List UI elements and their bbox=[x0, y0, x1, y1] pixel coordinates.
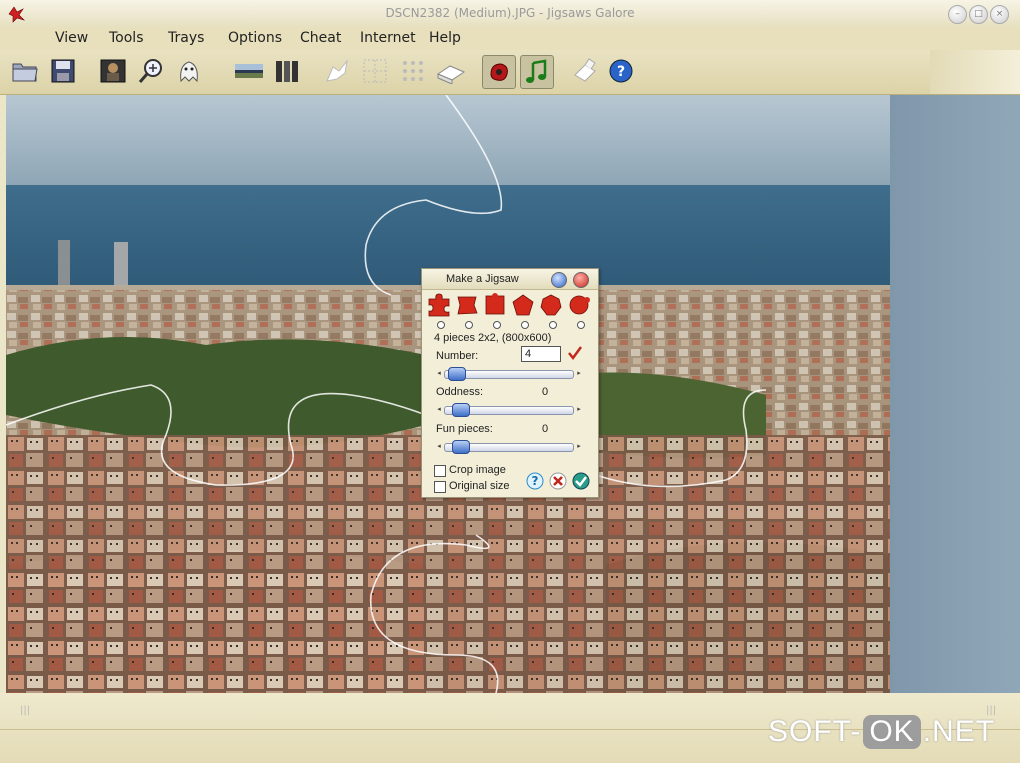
fun-pieces-slider-thumb[interactable] bbox=[452, 440, 470, 454]
piece-shape-5-icon[interactable] bbox=[539, 293, 563, 317]
number-input[interactable]: 4 bbox=[521, 346, 561, 362]
piece-shape-4-icon[interactable] bbox=[511, 293, 535, 317]
dialog-title: Make a Jigsaw bbox=[446, 273, 519, 285]
original-size-checkbox[interactable] bbox=[434, 481, 446, 493]
svg-text:?: ? bbox=[532, 474, 539, 488]
piece-shape-selector bbox=[427, 293, 595, 319]
dialog-cancel-icon[interactable] bbox=[549, 472, 567, 490]
minimize-button[interactable]: – bbox=[948, 5, 967, 24]
sound-fx-icon[interactable] bbox=[482, 55, 516, 89]
window-title: DSCN2382 (Medium).JPG - Jigsaws Galore bbox=[385, 6, 635, 20]
books-icon[interactable] bbox=[272, 56, 302, 86]
checkmark-icon[interactable] bbox=[567, 345, 583, 361]
shape-radio-2[interactable] bbox=[465, 321, 473, 329]
menu-tools[interactable]: Tools bbox=[109, 30, 144, 46]
piece-icon[interactable] bbox=[322, 56, 352, 86]
toolbar: ? bbox=[0, 50, 1020, 95]
piece-shape-2-icon[interactable] bbox=[455, 293, 479, 317]
picture-icon[interactable] bbox=[98, 56, 128, 86]
shape-radio-5[interactable] bbox=[549, 321, 557, 329]
number-slider[interactable]: ◂ ▸ bbox=[434, 367, 584, 381]
menu-view[interactable]: View bbox=[55, 30, 88, 46]
slider-right-arrow-icon[interactable]: ▸ bbox=[574, 404, 584, 415]
watermark: SOFT- OK .NET bbox=[768, 715, 995, 749]
watermark-ok: OK bbox=[863, 715, 921, 749]
menu-bar: View Tools Trays Options Cheat Internet … bbox=[0, 28, 1020, 50]
grid-icon[interactable] bbox=[398, 56, 428, 86]
crop-image-label: Crop image bbox=[449, 464, 506, 476]
oddness-label: Oddness: bbox=[436, 386, 484, 398]
menu-internet[interactable]: Internet bbox=[360, 30, 416, 46]
fun-pieces-label: Fun pieces: bbox=[436, 423, 493, 435]
tray-icon[interactable] bbox=[436, 56, 466, 86]
piece-shape-6-icon[interactable] bbox=[567, 293, 591, 317]
original-size-label: Original size bbox=[449, 480, 510, 492]
fun-pieces-slider[interactable]: ◂ ▸ bbox=[434, 440, 584, 454]
slider-right-arrow-icon[interactable]: ▸ bbox=[574, 368, 584, 379]
fun-pieces-value: 0 bbox=[542, 423, 549, 435]
image-strip-icon[interactable] bbox=[234, 56, 264, 86]
slider-left-arrow-icon[interactable]: ◂ bbox=[434, 441, 444, 452]
menu-options[interactable]: Options bbox=[228, 30, 282, 46]
dialog-minimize-icon[interactable] bbox=[551, 272, 567, 288]
ghost-icon[interactable] bbox=[174, 56, 204, 86]
svg-text:?: ? bbox=[617, 64, 625, 80]
watermark-left: SOFT- bbox=[768, 715, 862, 748]
oddness-slider-thumb[interactable] bbox=[452, 403, 470, 417]
maximize-button[interactable]: □ bbox=[969, 5, 988, 24]
tray-scroll-left-icon[interactable]: ||| bbox=[20, 705, 30, 716]
piece-shape-radios bbox=[432, 321, 592, 329]
save-disk-icon[interactable] bbox=[48, 56, 78, 86]
grid-dotted-icon[interactable] bbox=[360, 56, 390, 86]
make-jigsaw-dialog: Make a Jigsaw 4 pieces 2x2, (800x600) Nu… bbox=[421, 268, 599, 498]
slider-right-arrow-icon[interactable]: ▸ bbox=[574, 441, 584, 452]
crop-image-checkbox[interactable] bbox=[434, 465, 446, 477]
slider-left-arrow-icon[interactable]: ◂ bbox=[434, 368, 444, 379]
piece-shape-1-icon[interactable] bbox=[427, 293, 451, 317]
piece-shape-3-icon[interactable] bbox=[483, 293, 507, 317]
title-bar: DSCN2382 (Medium).JPG - Jigsaws Galore –… bbox=[0, 0, 1020, 29]
oddness-slider[interactable]: ◂ ▸ bbox=[434, 403, 584, 417]
pieces-summary: 4 pieces 2x2, (800x600) bbox=[434, 332, 552, 344]
dialog-title-bar[interactable]: Make a Jigsaw bbox=[422, 269, 598, 290]
shape-radio-6[interactable] bbox=[577, 321, 585, 329]
dialog-ok-icon[interactable] bbox=[572, 472, 590, 490]
shape-radio-3[interactable] bbox=[493, 321, 501, 329]
watermark-right: .NET bbox=[922, 715, 996, 748]
slider-left-arrow-icon[interactable]: ◂ bbox=[434, 404, 444, 415]
music-note-icon[interactable] bbox=[520, 55, 554, 89]
dialog-close-icon[interactable] bbox=[573, 272, 589, 288]
number-slider-thumb[interactable] bbox=[448, 367, 466, 381]
menu-help[interactable]: Help bbox=[429, 30, 461, 46]
help-icon[interactable]: ? bbox=[606, 56, 636, 86]
shape-radio-4[interactable] bbox=[521, 321, 529, 329]
menu-trays[interactable]: Trays bbox=[168, 30, 204, 46]
open-folder-icon[interactable] bbox=[10, 56, 40, 86]
piece-box-icon[interactable] bbox=[570, 56, 600, 86]
oddness-value: 0 bbox=[542, 386, 549, 398]
piece-tray[interactable] bbox=[890, 95, 1020, 693]
number-label: Number: bbox=[436, 350, 479, 362]
close-button[interactable]: × bbox=[990, 5, 1009, 24]
zoom-icon[interactable] bbox=[136, 56, 166, 86]
dialog-help-icon[interactable]: ? bbox=[526, 472, 544, 490]
shape-radio-1[interactable] bbox=[437, 321, 445, 329]
menu-cheat[interactable]: Cheat bbox=[300, 30, 341, 46]
